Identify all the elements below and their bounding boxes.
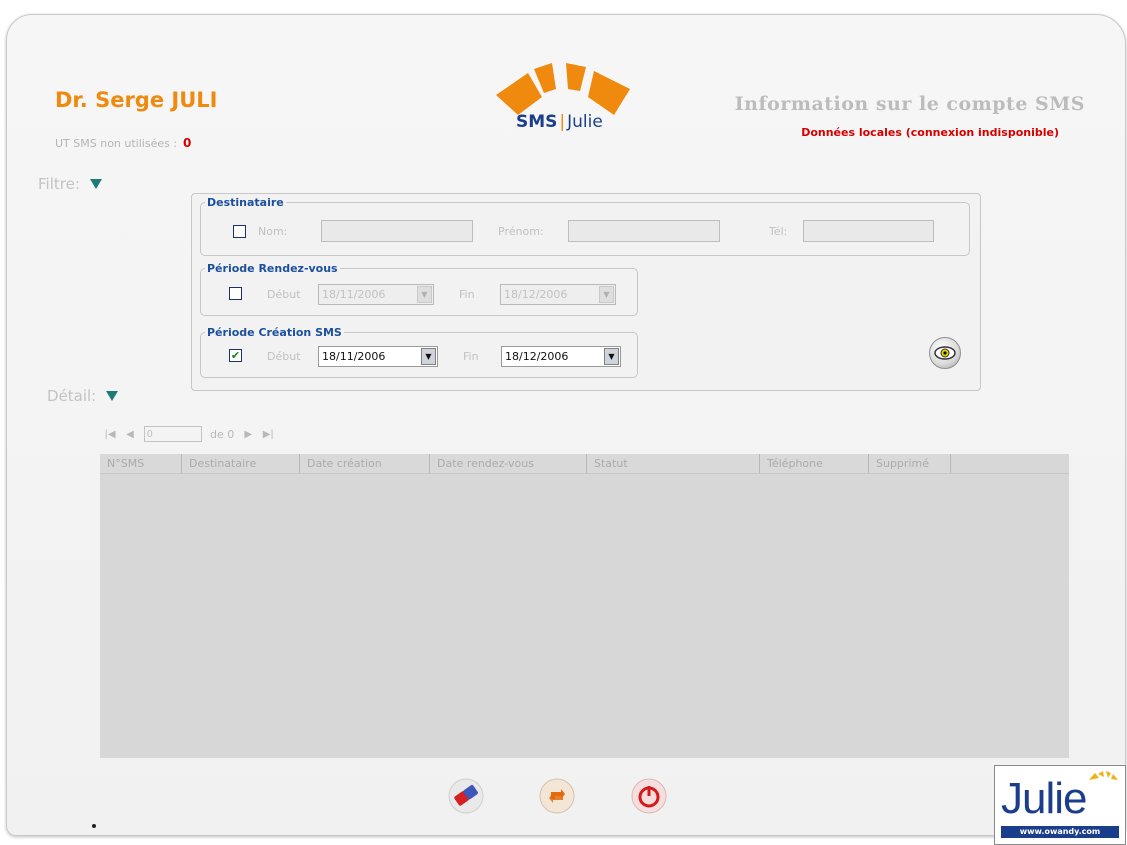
refresh-button[interactable] [538, 777, 576, 815]
creation-fin-value: 18/12/2006 [505, 350, 569, 363]
periode-rdv-legend: Période Rendez-vous [207, 262, 338, 275]
clear-button[interactable] [447, 777, 485, 815]
logo-arc-mid-right [566, 63, 586, 91]
column-header[interactable]: Destinataire [182, 454, 300, 473]
column-header[interactable]: Téléphone [760, 454, 869, 473]
triangle-down-icon [106, 391, 119, 401]
column-header[interactable]: N°SMS [100, 454, 182, 473]
column-header[interactable]: Supprimé [869, 454, 951, 473]
prenom-field[interactable] [568, 220, 720, 242]
detail-label: Détail: [47, 387, 97, 405]
rdv-debut-date[interactable]: 18/11/2006 ▼ [318, 284, 434, 305]
periode-rdv-group: Période Rendez-vous Début 18/11/2006 ▼ F… [200, 262, 638, 316]
brand-arc-icon [1089, 771, 1118, 780]
destinataire-group: Destinataire Nom: Prénom: Tél: [200, 196, 970, 256]
eye-icon [934, 346, 956, 360]
grid-header: N°SMS Destinataire Date création Date re… [100, 454, 1069, 474]
prenom-label: Prénom: [498, 225, 544, 238]
logo-separator: | [559, 112, 566, 132]
column-header[interactable]: Date rendez-vous [430, 454, 587, 473]
offline-status: Données locales (connexion indisponible) [801, 126, 1059, 139]
tel-field[interactable] [803, 220, 934, 242]
pager: |◀ ◀ de 0 ▶ ▶| [104, 426, 274, 442]
periode-creation-group: Période Création SMS ✔ Début 18/11/2006 … [200, 326, 638, 378]
detail-toggle[interactable]: Détail: [47, 387, 119, 405]
doctor-name: Dr. Serge JULI [55, 88, 218, 112]
search-button[interactable] [929, 337, 961, 369]
prev-page-icon[interactable]: ◀ [124, 429, 136, 440]
periode-rdv-checkbox[interactable] [229, 287, 242, 300]
eraser-icon [448, 778, 484, 814]
chevron-down-icon[interactable]: ▼ [417, 286, 432, 303]
rdv-fin-date[interactable]: 18/12/2006 ▼ [500, 284, 616, 305]
column-header[interactable]: Date création [300, 454, 430, 473]
destinataire-checkbox[interactable] [233, 225, 246, 238]
chevron-down-icon[interactable]: ▼ [599, 286, 614, 303]
rdv-fin-label: Fin [459, 288, 475, 301]
creation-fin-label: Fin [463, 350, 479, 363]
tel-label: Tél: [769, 225, 788, 238]
periode-creation-checkbox[interactable]: ✔ [229, 349, 242, 362]
column-header[interactable]: Statut [587, 454, 760, 473]
logo-arc-mid-left [534, 63, 556, 93]
filter-panel: Destinataire Nom: Prénom: Tél: Période R… [191, 193, 981, 391]
page-title: Information sur le compte SMS [734, 93, 1085, 115]
chevron-down-icon[interactable]: ▼ [604, 348, 619, 365]
logo-arc-left [496, 73, 542, 115]
rdv-debut-label: Début [267, 288, 301, 301]
logo-arc-right [588, 71, 630, 115]
sms-grid[interactable]: N°SMS Destinataire Date création Date re… [100, 454, 1069, 758]
chevron-down-icon[interactable]: ▼ [421, 348, 436, 365]
rdv-debut-value: 18/11/2006 [322, 288, 386, 301]
page-number-input[interactable] [144, 426, 202, 442]
nom-field[interactable] [321, 220, 473, 242]
first-page-icon[interactable]: |◀ [104, 429, 116, 440]
rdv-fin-value: 18/12/2006 [504, 288, 568, 301]
triangle-down-icon [89, 179, 102, 189]
logo-text: SMS | Julie [516, 112, 603, 132]
brand-url: www.owandy.com [1001, 826, 1119, 838]
last-page-icon[interactable]: ▶| [262, 429, 274, 440]
destinataire-legend: Destinataire [207, 196, 284, 209]
periode-creation-legend: Période Création SMS [207, 326, 342, 339]
filter-label: Filtre: [38, 175, 80, 193]
creation-debut-label: Début [267, 350, 301, 363]
filter-toggle[interactable]: Filtre: [38, 175, 102, 193]
ut-unused-text: UT SMS non utilisées : [55, 137, 178, 150]
owandy-brand-logo: Julie www.owandy.com [994, 765, 1126, 845]
logo-text-julie: Julie [567, 112, 603, 132]
ut-unused-value: 0 [183, 136, 192, 150]
nom-label: Nom: [258, 225, 288, 238]
cursor-dot [92, 824, 96, 828]
power-icon [631, 778, 667, 814]
quit-button[interactable] [630, 777, 668, 815]
brand-word: Julie [1001, 774, 1087, 823]
creation-debut-value: 18/11/2006 [322, 350, 386, 363]
ut-unused-label: UT SMS non utilisées : 0 [55, 136, 191, 150]
main-window: Dr. Serge JULI UT SMS non utilisées : 0 S… [6, 14, 1126, 845]
refresh-icon [539, 778, 575, 814]
page-count-text: de 0 [210, 427, 235, 441]
logo-text-sms: SMS [516, 112, 558, 132]
creation-fin-date[interactable]: 18/12/2006 ▼ [501, 346, 621, 367]
creation-debut-date[interactable]: 18/11/2006 ▼ [318, 346, 438, 367]
next-page-icon[interactable]: ▶ [242, 429, 254, 440]
